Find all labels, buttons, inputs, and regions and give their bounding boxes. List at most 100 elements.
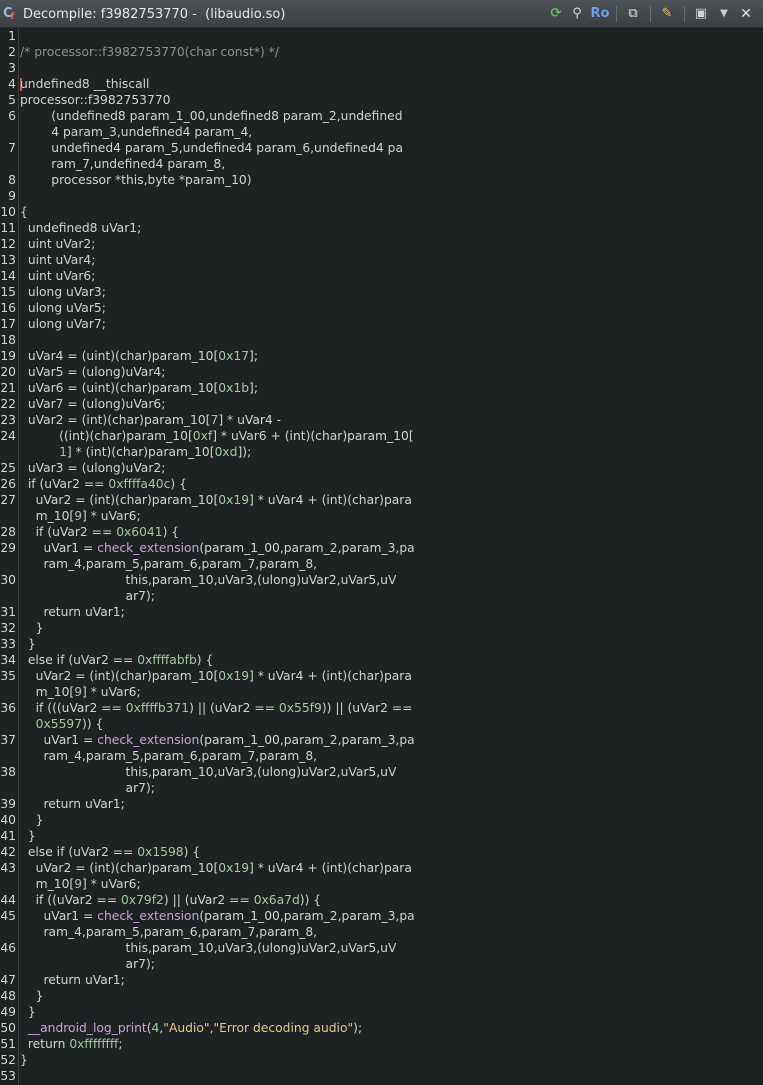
copy-icon[interactable]: ⧉ (624, 5, 642, 23)
line-number: 13 (0, 253, 16, 267)
decompiler-code-view[interactable]: 1 2/* processor::f3982753770(char const*)… (0, 28, 763, 1085)
code-token: else if (uVar2 == (20, 653, 138, 667)
line-number: 48 (0, 989, 16, 1003)
code-text: ram_4,param_5,param_6,param_7,param_8, (20, 556, 317, 572)
line-number: 4 (8, 77, 16, 91)
decompiler-icon: Cf (3, 6, 15, 22)
line-number: 25 (0, 461, 16, 475)
snapshot-icon[interactable]: ▣ (692, 5, 710, 23)
code-token: ulong uVar5; (20, 301, 106, 315)
code-text: uVar5 = (ulong)uVar4; (20, 364, 166, 380)
toolbar-separator (684, 6, 685, 22)
code-token: uVar2 = (int)(char)param_10[ (20, 861, 219, 875)
line-number: 35 (0, 669, 16, 683)
numeric-literal: 0x6041 (116, 525, 163, 539)
close-icon[interactable]: ✕ (737, 5, 755, 23)
code-token: this,param_10,uVar3,(ulong)uVar2,uVar5,u… (20, 765, 397, 779)
code-text: uVar1 = check_extension(param_1_00,param… (20, 908, 415, 924)
code-text: ram_4,param_5,param_6,param_7,param_8, (20, 924, 317, 940)
numeric-literal: 0x79f2 (120, 893, 164, 907)
line-number: 11 (0, 221, 16, 235)
code-token: )) { (82, 717, 104, 731)
graph-icon[interactable]: ⚲ (568, 5, 586, 23)
code-token: (undefined8 param_1_00,undefined8 param_… (20, 109, 403, 123)
line-number: 31 (0, 605, 16, 619)
line-number: 43 (0, 861, 16, 875)
code-token: return uVar1; (20, 605, 125, 619)
function-call[interactable]: check_extension (97, 733, 199, 747)
line-number: 40 (0, 813, 16, 827)
numeric-literal: 0xffffffff (69, 1037, 119, 1051)
code-token: ) || (uVar2 == (163, 893, 254, 907)
line-number: 23 (0, 413, 16, 427)
line-number: 45 (0, 909, 16, 923)
code-token: uVar7 = (ulong)uVar6; (20, 397, 166, 411)
code-token: ) { (162, 525, 180, 539)
line-number: 24 (0, 429, 16, 443)
code-text: undefined4 param_5,undefined4 param_6,un… (20, 140, 403, 156)
string-literal: "Error decoding audio" (213, 1021, 354, 1035)
code-text: ulong uVar3; (20, 284, 106, 300)
code-text: ar7); (20, 780, 155, 796)
line-number: 53 (0, 1069, 16, 1083)
code-text: processor::f3982753770 (20, 92, 170, 108)
line-number: 18 (0, 333, 16, 347)
edit-icon[interactable]: ✎ (658, 5, 676, 23)
code-token: (param_1_00,param_2,param_3,pa (199, 909, 415, 923)
code-token: ((int)(char)param_10[ (20, 429, 193, 443)
code-token: } (20, 989, 44, 1003)
string-literal: "Audio" (163, 1021, 210, 1035)
code-token: uVar1 = (20, 733, 98, 747)
code-text: if (((uVar2 == 0xffffb371) || (uVar2 == … (20, 700, 413, 716)
code-text: processor *this,byte *param_10) (20, 172, 251, 188)
numeric-literal: 0x1b (218, 381, 250, 395)
code-token: (param_1_00,param_2,param_3,pa (199, 541, 415, 555)
code-text: } (20, 1004, 36, 1020)
code-token: )) || (uVar2 == (321, 701, 413, 715)
code-token: { (20, 205, 28, 219)
code-text: ar7); (20, 956, 155, 972)
numeric-literal: 0xffffb371 (125, 701, 190, 715)
function-call[interactable]: check_extension (97, 909, 199, 923)
line-number: 1 (8, 29, 16, 43)
code-text: ram_4,param_5,param_6,param_7,param_8, (20, 748, 317, 764)
code-text: 1] * (int)(char)param_10[0xd]); (20, 444, 251, 460)
code-text: ar7); (20, 588, 155, 604)
code-text: (undefined8 param_1_00,undefined8 param_… (20, 108, 403, 124)
code-token: } (20, 813, 44, 827)
window-title: Decompile: f3982753770 - (libaudio.so) (23, 7, 286, 22)
code-token: ram_4,param_5,param_6,param_7,param_8, (20, 749, 318, 763)
code-token: ]; (249, 349, 258, 363)
line-number: 51 (0, 1037, 16, 1051)
code-token: if (uVar2 == (20, 477, 109, 491)
numeric-literal: 0x19 (218, 861, 250, 875)
menu-dropdown-icon[interactable]: ▼ (716, 5, 732, 23)
title-bar: Cf Decompile: f3982753770 - (libaudio.so… (0, 0, 763, 28)
line-number: 32 (0, 621, 16, 635)
function-call[interactable]: __android_log_print (28, 1021, 147, 1035)
code-token: undefined4 param_5,undefined4 param_6,un… (20, 141, 403, 155)
line-number: 3 (8, 61, 16, 75)
code-token: return uVar1; (20, 797, 125, 811)
line-number: 27 (0, 493, 16, 507)
read-only-button[interactable]: Ro (589, 5, 611, 23)
code-token: ) { (196, 653, 214, 667)
code-text: } (20, 828, 36, 844)
code-text: uVar3 = (ulong)uVar2; (20, 460, 166, 476)
code-token: ] * uVar4 + (int)(char)para (249, 669, 412, 683)
function-call[interactable]: check_extension (97, 541, 199, 555)
code-text: m_10[9] * uVar6; (20, 508, 141, 524)
code-text: this,param_10,uVar3,(ulong)uVar2,uVar5,u… (20, 940, 397, 956)
comment: /* processor::f3982753770(char const*) *… (20, 45, 279, 59)
code-text: else if (uVar2 == 0xffffabfb) { (20, 652, 213, 668)
code-text: ram_7,undefined4 param_8, (20, 156, 225, 172)
line-number: 41 (0, 829, 16, 843)
line-number: 8 (8, 173, 16, 187)
code-text: if ((uVar2 == 0x79f2) || (uVar2 == 0x6a7… (20, 892, 321, 908)
line-number: 37 (0, 733, 16, 747)
refresh-icon[interactable]: ⟳ (547, 5, 565, 23)
code-text: 0x5597)) { (20, 716, 104, 732)
code-text: /* processor::f3982753770(char const*) *… (20, 44, 279, 60)
line-number: 14 (0, 269, 16, 283)
